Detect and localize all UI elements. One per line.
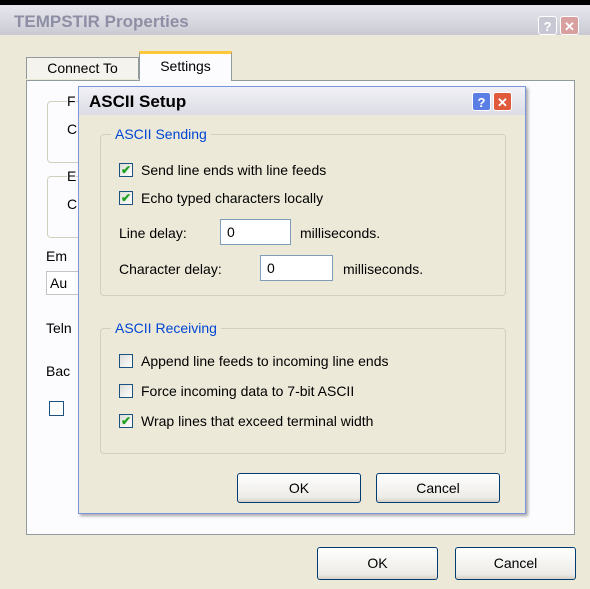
- wrap-lines-label: Wrap lines that exceed terminal width: [141, 413, 374, 429]
- dialog-ok-button[interactable]: OK: [237, 473, 361, 503]
- help-icon[interactable]: ?: [472, 92, 491, 111]
- character-delay-label: Character delay:: [119, 261, 222, 277]
- character-delay-input[interactable]: 0: [260, 255, 333, 281]
- dialog-cancel-button[interactable]: Cancel: [376, 473, 500, 503]
- wrap-lines-checkbox[interactable]: ✔: [119, 414, 133, 428]
- window-title: TEMPSTIR Properties: [14, 12, 189, 31]
- echo-typed-checkbox[interactable]: ✔: [119, 191, 133, 205]
- wrap-lines-option[interactable]: ✔ Wrap lines that exceed terminal width: [119, 413, 499, 431]
- character-delay-unit: milliseconds.: [343, 261, 424, 277]
- force-7bit-checkbox[interactable]: [119, 384, 133, 398]
- append-line-feeds-option[interactable]: Append line feeds to incoming line ends: [119, 353, 499, 371]
- ok-button[interactable]: OK: [317, 547, 438, 580]
- checkbox-fragment[interactable]: [49, 401, 64, 416]
- send-line-ends-label: Send line ends with line feeds: [141, 162, 327, 178]
- ascii-sending-title: ASCII Sending: [111, 126, 211, 142]
- tab-settings[interactable]: Settings: [139, 51, 232, 81]
- ascii-setup-dialog: ASCII Setup ? ✕ ASCII Sending ✔ Send lin…: [78, 86, 526, 514]
- emulation-value: Au: [50, 275, 68, 291]
- cancel-button[interactable]: Cancel: [455, 547, 576, 580]
- line-delay-label: Line delay:: [119, 225, 187, 241]
- dialog-title: ASCII Setup: [89, 92, 187, 111]
- tab-connect-to[interactable]: Connect To: [26, 57, 139, 79]
- force-7bit-label: Force incoming data to 7-bit ASCII: [141, 383, 355, 399]
- help-icon[interactable]: ?: [538, 16, 557, 35]
- send-line-ends-option[interactable]: ✔ Send line ends with line feeds: [119, 162, 499, 180]
- ascii-sending-group: ASCII Sending ✔ Send line ends with line…: [100, 126, 506, 296]
- close-icon[interactable]: ✕: [493, 92, 512, 111]
- emulation-label: Em: [46, 248, 67, 264]
- append-line-feeds-checkbox[interactable]: [119, 354, 133, 368]
- window-title-bar[interactable]: TEMPSTIR Properties ? ✕: [0, 5, 590, 35]
- close-icon[interactable]: ✕: [560, 16, 579, 35]
- dialog-title-bar[interactable]: ASCII Setup ? ✕: [79, 87, 525, 115]
- telnet-label: Teln: [46, 320, 72, 336]
- line-delay-input[interactable]: 0: [220, 219, 291, 245]
- ascii-receiving-group: ASCII Receiving Append line feeds to inc…: [100, 320, 506, 454]
- backscroll-label: Bac: [46, 363, 71, 379]
- send-line-ends-checkbox[interactable]: ✔: [119, 163, 133, 177]
- force-7bit-option[interactable]: Force incoming data to 7-bit ASCII: [119, 383, 499, 401]
- echo-typed-option[interactable]: ✔ Echo typed characters locally: [119, 190, 499, 208]
- group-label-fragment: F: [67, 93, 76, 109]
- ascii-receiving-title: ASCII Receiving: [111, 320, 221, 336]
- group-label-fragment: E: [67, 168, 77, 184]
- echo-typed-label: Echo typed characters locally: [141, 190, 324, 206]
- radio-fragment[interactable]: C: [67, 121, 77, 137]
- line-delay-unit: milliseconds.: [300, 225, 381, 241]
- radio-fragment[interactable]: C: [67, 196, 77, 212]
- append-line-feeds-label: Append line feeds to incoming line ends: [141, 353, 389, 369]
